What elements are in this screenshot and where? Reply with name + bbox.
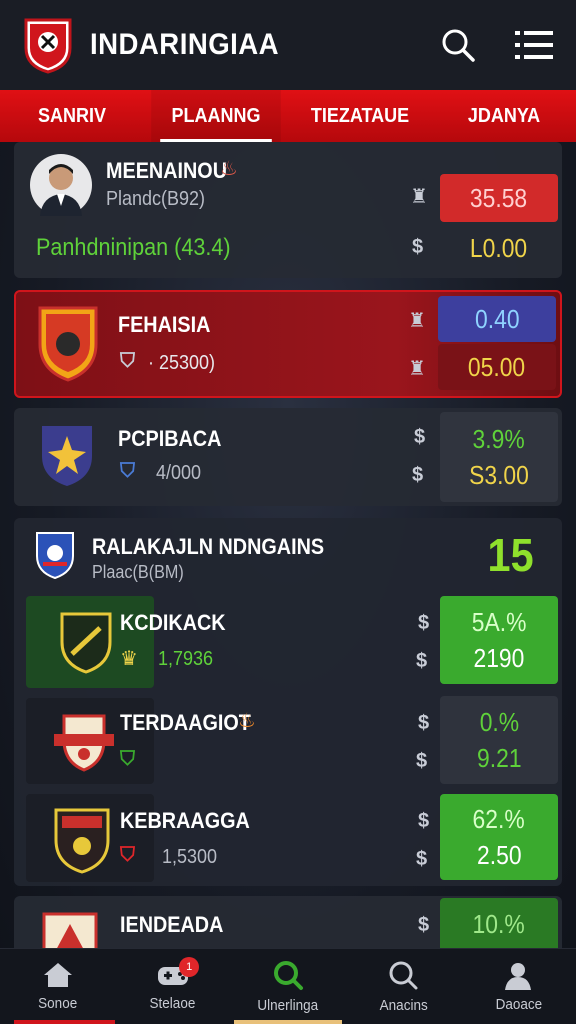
odds-value: 62.%	[472, 804, 526, 834]
currency-icon: $	[416, 848, 428, 870]
profile-icon	[505, 963, 532, 990]
nav-label: Sonoe	[38, 995, 78, 1012]
nav-anacins[interactable]: Anacins	[346, 949, 461, 1024]
team-name: FEHAISIA	[118, 312, 211, 337]
shield-icon: ⛉	[120, 460, 135, 482]
nav-label: Stelaoe	[149, 995, 196, 1012]
team-crest-icon	[54, 714, 114, 772]
odds-button-row2[interactable]: 0.% 9.21	[440, 696, 558, 784]
player-card[interactable]: MEENAINOU ♨ Plandc(B92) Panhdninipan (43…	[14, 142, 562, 278]
tab-jdanya[interactable]: JDANYA	[439, 90, 569, 142]
odds-button-team1-top[interactable]: 0.40	[438, 296, 556, 342]
search-button[interactable]	[438, 25, 478, 65]
shield-icon: ⛉	[120, 844, 135, 866]
nav-label: Daoace	[495, 996, 542, 1013]
currency-icon: $	[418, 914, 430, 936]
app-title: INDARINGIAA	[90, 28, 280, 61]
odds-value: 2.50	[476, 840, 522, 870]
currency-icon: $	[414, 426, 426, 448]
group-crest-icon	[36, 532, 74, 580]
team-crest-icon	[54, 808, 110, 874]
shield-icon: ⛉	[120, 748, 135, 770]
odds-button-player-bottom[interactable]: L0.00	[440, 226, 558, 270]
team-name: TERDAAGIOT	[120, 710, 251, 735]
player-sub: Plandc(B92)	[106, 188, 206, 210]
nav-label: Ulnerlinga	[257, 997, 319, 1014]
team-crest-icon	[38, 306, 98, 382]
tab-sanriv[interactable]: SANRIV	[7, 90, 137, 142]
currency-icon: $	[412, 236, 424, 258]
bottom-nav: Sonoe 1 Stelaoe Ulnerlinga Anacins Daoac…	[0, 948, 576, 1024]
odds-button-row4[interactable]: 10.%	[440, 898, 558, 954]
nav-home[interactable]: Sonoe	[0, 949, 116, 1024]
trophy-icon: ♜	[410, 186, 428, 208]
menu-icon	[515, 31, 553, 59]
team-card-highlighted[interactable]: FEHAISIA ⛉ · 25300) ♜ ♜ 0.40 05.00	[14, 290, 562, 398]
currency-icon: $	[416, 750, 428, 772]
nav-games[interactable]: 1 Stelaoe	[115, 949, 230, 1024]
search-icon	[274, 961, 303, 990]
team-name: KCDIKACK	[120, 610, 226, 635]
currency-icon: $	[412, 464, 424, 486]
odds-value: 0.%	[479, 707, 519, 737]
odds-value: 10.%	[472, 909, 526, 939]
odds-value: 5A.%	[471, 607, 527, 637]
tower-icon: ♜	[408, 310, 426, 332]
group-sub: Plaac(B(BM)	[92, 562, 184, 582]
currency-icon: $	[418, 810, 430, 832]
team-sub: 1,5300	[162, 846, 218, 868]
currency-icon: $	[418, 612, 430, 634]
search-icon	[389, 961, 418, 990]
search-icon	[442, 29, 475, 62]
player-name: MEENAINOU	[106, 158, 228, 183]
team-card[interactable]: PCPIBACA ⛉ 4/000 $ $ 3.9% S3.00	[14, 408, 562, 506]
odds-value: 35.58	[470, 183, 528, 213]
menu-button[interactable]	[514, 25, 554, 65]
fire-icon: ♨	[238, 710, 256, 732]
odds-value: S3.00	[469, 460, 529, 490]
odds-value: 0.40	[474, 304, 520, 334]
tab-bar: SANRIV PLAANNG TIEZATAUE JDANYA	[0, 90, 576, 142]
team-sub: 4/000	[156, 462, 202, 484]
odds-value: 2190	[473, 643, 525, 673]
currency-icon: $	[416, 650, 428, 672]
notification-badge: 1	[179, 957, 200, 977]
fire-icon: ♨	[220, 158, 238, 180]
nav-profile[interactable]: Daoace	[461, 949, 576, 1024]
odds-value: 05.00	[468, 352, 526, 382]
team-crest-icon	[60, 612, 112, 674]
nav-label: Anacins	[379, 997, 428, 1014]
group-title: RALAKAJLN NDNGAINS	[92, 534, 325, 559]
odds-button-team2[interactable]: 3.9% S3.00	[440, 412, 558, 502]
team-card-partial[interactable]: IENDEADA $ 10.%	[14, 896, 562, 956]
odds-value: L0.00	[470, 233, 528, 263]
group-card: RALAKAJLN NDNGAINS Plaac(B(BM) 15 KCDIKA…	[14, 518, 562, 886]
currency-icon: $	[418, 712, 430, 734]
avatar	[30, 154, 92, 216]
club-crest-logo	[24, 18, 72, 74]
team-sub: · 25300)	[148, 352, 216, 374]
group-score: 15	[487, 529, 534, 581]
app-header: INDARINGIAA	[0, 0, 576, 90]
home-icon	[43, 963, 72, 987]
team-name: IENDEADA	[120, 912, 224, 937]
odds-button-team1-bottom[interactable]: 05.00	[438, 344, 556, 390]
team-name: PCPIBACA	[118, 426, 222, 451]
shield-icon: ⛉	[120, 350, 135, 372]
team-crest-icon	[42, 426, 92, 486]
team-sub: 1,7936	[158, 648, 214, 670]
odds-button-player-top[interactable]: 35.58	[440, 174, 558, 222]
odds-button-row3[interactable]: 62.% 2.50	[440, 794, 558, 880]
tower-icon: ♜	[408, 358, 426, 380]
player-stat: Panhdninipan (43.4)	[36, 234, 231, 261]
odds-value: 3.9%	[472, 424, 526, 454]
odds-value: 9.21	[476, 743, 522, 773]
tab-tiezataue[interactable]: TIEZATAUE	[295, 90, 425, 142]
odds-button-row1[interactable]: 5A.% 2190	[440, 596, 558, 684]
team-name: KEBRAAGGA	[120, 808, 250, 833]
nav-ulnerlinga[interactable]: Ulnerlinga	[230, 949, 345, 1024]
trophy-icon: ♛	[120, 648, 138, 670]
tab-plaanng[interactable]: PLAANNG	[151, 90, 281, 142]
